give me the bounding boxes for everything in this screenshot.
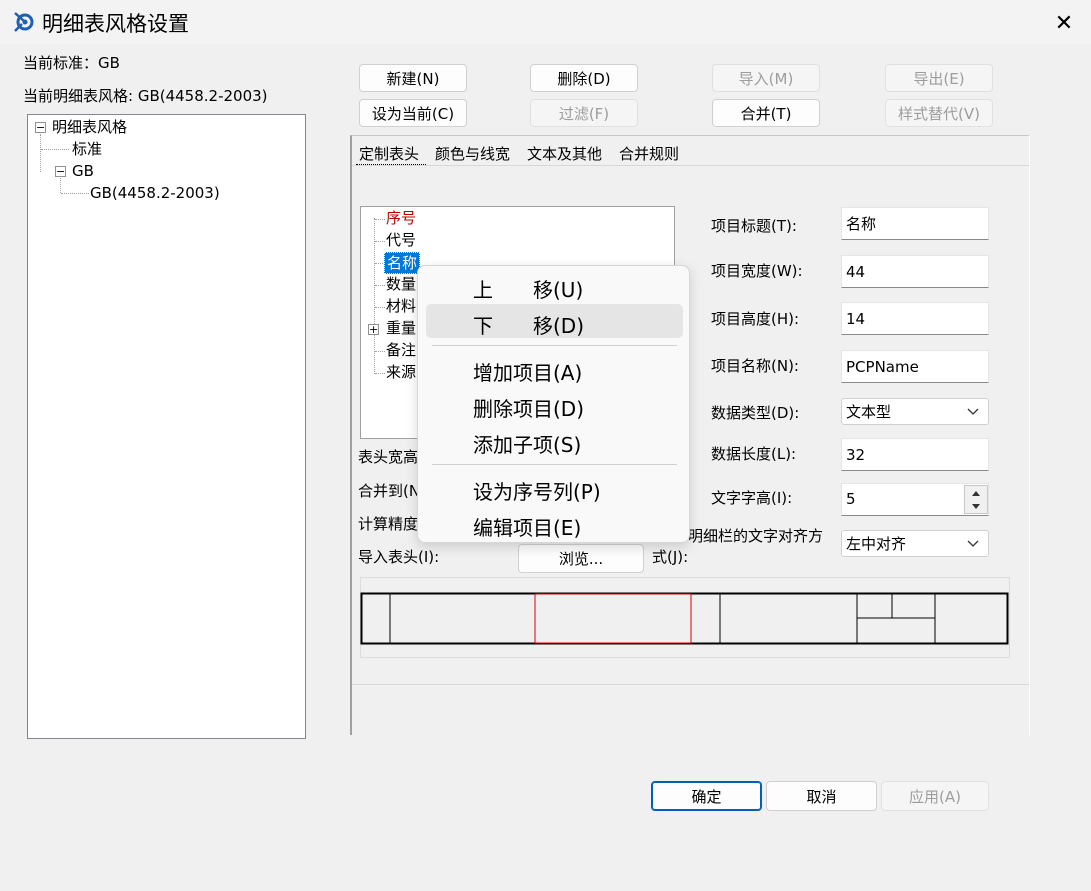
import-button[interactable]: 导入(M) bbox=[712, 64, 820, 92]
filter-button[interactable]: 过滤(F) bbox=[530, 99, 638, 127]
item-code[interactable]: 代号 bbox=[386, 230, 416, 250]
menu-item-add-item[interactable]: 增加项目(A) bbox=[473, 357, 582, 386]
window-title: 明细表风格设置 bbox=[42, 12, 189, 36]
tab-color-line[interactable]: 颜色与线宽 bbox=[435, 143, 510, 164]
export-button[interactable]: 导出(E) bbox=[885, 64, 993, 92]
chevron-down-icon bbox=[967, 540, 979, 547]
tree-item-standard[interactable]: 标准 bbox=[72, 139, 102, 159]
calc-precision-label: 计算精度 bbox=[358, 515, 419, 533]
item-material[interactable]: 材料 bbox=[386, 296, 416, 316]
width-input[interactable]: 44 bbox=[841, 255, 989, 288]
app-icon bbox=[14, 12, 34, 32]
apply-button[interactable]: 应用(A) bbox=[881, 781, 989, 811]
collapse-icon[interactable]: − bbox=[55, 166, 66, 177]
title-input[interactable]: 名称 bbox=[841, 207, 989, 240]
tab-custom-header[interactable]: 定制表头 bbox=[359, 143, 419, 164]
menu-item-move-down[interactable]: 下 移(D) bbox=[473, 310, 584, 339]
menu-item-delete-item[interactable]: 删除项目(D) bbox=[473, 393, 584, 422]
fontsize-value: 5 bbox=[846, 490, 856, 508]
chevron-down-icon bbox=[967, 408, 979, 415]
item-seq[interactable]: 序号 bbox=[386, 208, 416, 228]
align-label-cont: 式(J): bbox=[652, 548, 689, 566]
name-input[interactable]: PCPName bbox=[841, 350, 989, 383]
datatype-value: 文本型 bbox=[846, 403, 892, 421]
align-value: 左中对齐 bbox=[846, 535, 907, 553]
item-weight[interactable]: 重量 bbox=[386, 318, 416, 338]
tree-root-item[interactable]: 明细表风格 bbox=[52, 117, 127, 137]
fontsize-label: 文字字高(I): bbox=[711, 489, 793, 507]
name-label: 项目名称(N): bbox=[711, 357, 799, 375]
set-current-button[interactable]: 设为当前(C) bbox=[359, 99, 467, 127]
item-remark[interactable]: 备注 bbox=[386, 340, 416, 360]
cancel-button[interactable]: 取消 bbox=[766, 781, 877, 811]
width-label: 项目宽度(W): bbox=[711, 262, 803, 280]
ok-button[interactable]: 确定 bbox=[651, 781, 762, 811]
menu-item-add-subitem[interactable]: 添加子项(S) bbox=[473, 429, 581, 458]
replace-style-button[interactable]: 样式替代(V) bbox=[885, 99, 993, 127]
delete-button[interactable]: 删除(D) bbox=[530, 64, 638, 92]
align-select[interactable]: 左中对齐 bbox=[841, 530, 989, 557]
menu-item-move-up[interactable]: 上 移(U) bbox=[473, 274, 583, 303]
datalen-label: 数据长度(L): bbox=[711, 445, 797, 463]
expand-icon[interactable]: + bbox=[368, 324, 379, 335]
menu-item-set-seq-column[interactable]: 设为序号列(P) bbox=[473, 476, 601, 505]
datatype-select[interactable]: 文本型 bbox=[841, 398, 989, 425]
close-icon[interactable]: ✕ bbox=[1055, 11, 1073, 36]
current-standard-label: 当前标准：GB bbox=[23, 54, 120, 72]
item-quantity[interactable]: 数量 bbox=[386, 274, 416, 294]
close-button[interactable]: ✕ bbox=[1040, 4, 1088, 42]
menu-item-edit-item[interactable]: 编辑项目(E) bbox=[473, 512, 581, 541]
spin-up-icon[interactable] bbox=[970, 488, 982, 498]
height-input[interactable]: 14 bbox=[841, 302, 989, 335]
datalen-input[interactable]: 32 bbox=[841, 438, 989, 471]
align-label: 明细栏的文字对齐方 bbox=[688, 527, 824, 545]
spin-down-icon[interactable] bbox=[970, 502, 982, 512]
title-label: 项目标题(T): bbox=[711, 217, 797, 235]
import-header-label: 导入表头(I): bbox=[358, 548, 440, 566]
item-source[interactable]: 来源 bbox=[386, 362, 416, 382]
collapse-icon[interactable]: − bbox=[35, 122, 46, 133]
current-style-label: 当前明细表风格: GB(4458.2-2003) bbox=[23, 87, 268, 105]
header-size-label: 表头宽高 bbox=[358, 448, 419, 466]
merge-button[interactable]: 合并(T) bbox=[712, 99, 820, 127]
height-label: 项目高度(H): bbox=[711, 310, 800, 328]
merge-to-label: 合并到(N bbox=[358, 482, 421, 500]
item-name-selected[interactable]: 名称 bbox=[384, 252, 421, 274]
tree-item-gb-4458[interactable]: GB(4458.2-2003) bbox=[90, 183, 220, 203]
fontsize-spinner[interactable] bbox=[964, 485, 988, 514]
tab-text-other[interactable]: 文本及其他 bbox=[527, 143, 602, 164]
menu-separator bbox=[432, 345, 677, 346]
style-tree-panel[interactable] bbox=[27, 114, 306, 739]
browse-button[interactable]: 浏览... bbox=[518, 544, 644, 573]
datatype-label: 数据类型(D): bbox=[711, 404, 800, 422]
new-button[interactable]: 新建(N) bbox=[359, 64, 467, 92]
context-menu[interactable]: 上 移(U) 下 移(D) 增加项目(A) 删除项目(D) 添加子项(S) 设为… bbox=[417, 265, 690, 543]
menu-separator bbox=[432, 464, 677, 465]
header-preview-table bbox=[360, 592, 1009, 645]
tab-merge-rules[interactable]: 合并规则 bbox=[619, 143, 679, 164]
tree-item-gb[interactable]: GB bbox=[72, 161, 94, 181]
